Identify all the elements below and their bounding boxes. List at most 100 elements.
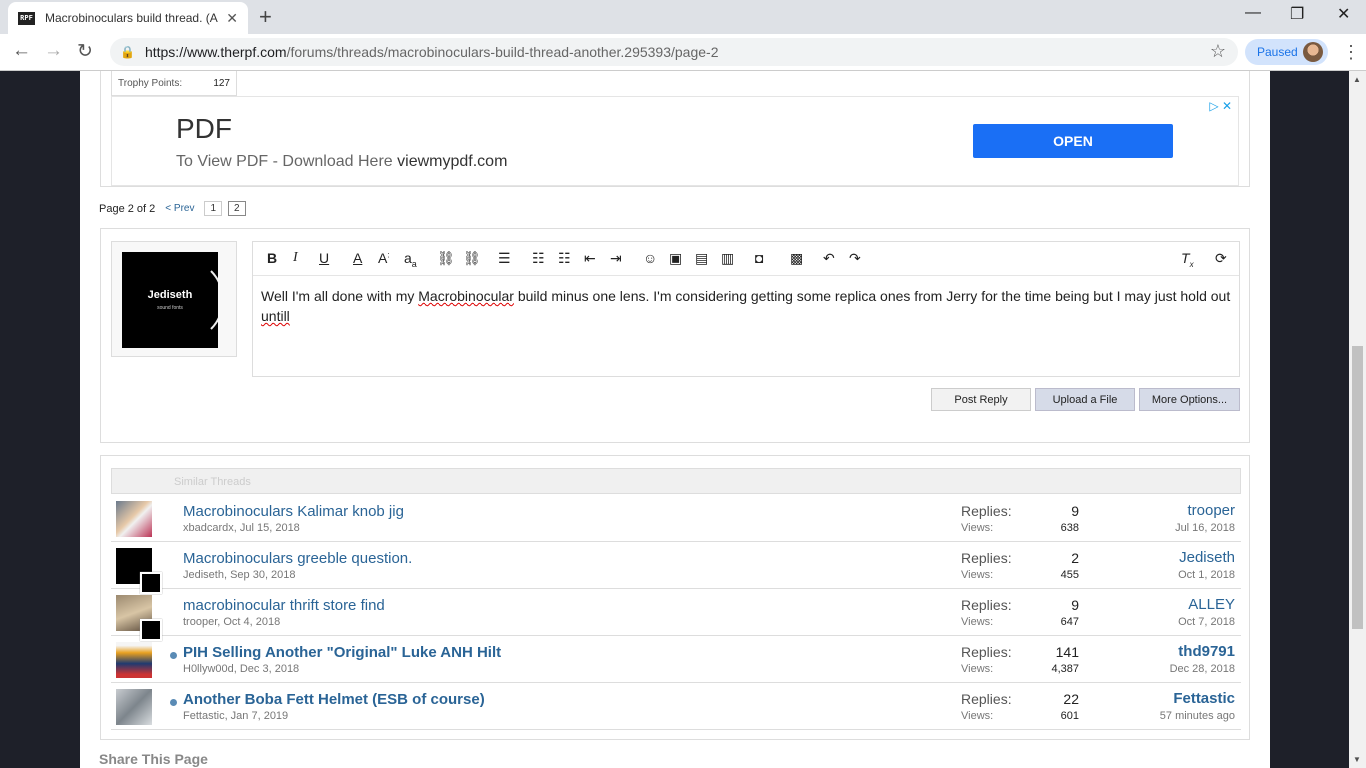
advertisement[interactable]: PDF To View PDF - Download Here viewmypd…: [111, 96, 1239, 186]
ad-open-button[interactable]: OPEN: [973, 124, 1173, 158]
lock-icon: 🔒: [120, 45, 135, 59]
text-color-icon[interactable]: A: [353, 250, 362, 266]
ad-close-icon[interactable]: ✕: [1222, 99, 1232, 113]
camera-icon[interactable]: ◘: [755, 250, 763, 266]
prev-page-link[interactable]: < Prev: [161, 201, 198, 216]
page-scrollbar[interactable]: ▲ ▼: [1349, 71, 1366, 768]
ad-subtitle: To View PDF - Download Here: [176, 153, 393, 170]
thread-meta: Fettastic, Jan 7, 2019: [183, 710, 289, 722]
redo-icon[interactable]: ↷: [849, 250, 861, 267]
bookmark-star-icon[interactable]: ☆: [1210, 41, 1226, 62]
page-link-1[interactable]: 1: [204, 201, 223, 216]
views-count: 455: [1060, 569, 1079, 581]
outdent-icon[interactable]: ⇤: [584, 250, 596, 267]
font-family-icon[interactable]: aa: [404, 250, 417, 269]
last-poster-link[interactable]: thd9791: [1178, 643, 1235, 660]
align-icon[interactable]: ☰: [498, 250, 511, 267]
italic-icon[interactable]: I: [293, 250, 298, 266]
page-link-2[interactable]: 2: [228, 201, 246, 216]
image-icon[interactable]: ▣: [669, 250, 682, 267]
close-tab-icon[interactable]: ✕: [226, 10, 238, 27]
last-post-date: Dec 28, 2018: [1169, 663, 1235, 675]
avatar[interactable]: Jediseth sound fonts: [122, 252, 218, 348]
bullet-list-icon[interactable]: ☷: [532, 250, 545, 267]
smilie-icon[interactable]: ☺: [643, 250, 657, 266]
thread-title-link[interactable]: macrobinocular thrift store find: [183, 597, 385, 614]
thread-title-link[interactable]: Macrobinoculars Kalimar knob jig: [183, 503, 404, 520]
media-icon[interactable]: ▤: [695, 250, 708, 267]
save-draft-icon[interactable]: ▩: [790, 250, 803, 267]
bold-icon[interactable]: B: [267, 250, 277, 266]
scroll-up-icon[interactable]: ▲: [1353, 75, 1361, 84]
url-host: https://www.therpf.com: [144, 44, 287, 60]
tab-title: Macrobinoculars build thread. (A: [45, 11, 218, 25]
restore-icon[interactable]: ❐: [1290, 4, 1304, 24]
last-poster-link[interactable]: Jediseth: [1179, 549, 1235, 566]
last-poster-link[interactable]: Fettastic: [1173, 690, 1235, 707]
page-navigation: Page 2 of 2 < Prev 1 2: [99, 201, 246, 216]
scroll-down-icon[interactable]: ▼: [1353, 755, 1361, 764]
numbered-list-icon[interactable]: ☷: [558, 250, 571, 267]
profile-avatar-icon: [1303, 42, 1323, 62]
table-row: PIH Selling Another "Original" Luke ANH …: [111, 636, 1241, 683]
trophy-value: 127: [213, 77, 230, 89]
toggle-bbcode-icon[interactable]: ⟳: [1215, 250, 1227, 267]
new-tab-icon[interactable]: +: [259, 4, 272, 30]
avatar[interactable]: [116, 501, 152, 537]
link-icon[interactable]: ⛓: [437, 250, 455, 267]
insert-icon[interactable]: ▥: [721, 250, 734, 267]
views-count: 4,387: [1051, 663, 1079, 675]
thread-meta: trooper, Oct 4, 2018: [183, 616, 281, 628]
unread-dot-icon: [170, 652, 177, 659]
reply-text-part: build minus one lens. I'm considering ge…: [513, 288, 1231, 304]
avatar[interactable]: [116, 642, 152, 678]
similar-threads-header: Similar Threads: [111, 468, 1241, 494]
font-size-icon[interactable]: A:: [378, 250, 390, 266]
thread-title-link[interactable]: Macrobinoculars greeble question.: [183, 550, 412, 567]
browser-menu-icon[interactable]: ⋮: [1342, 42, 1360, 63]
quick-reply: Jediseth sound fonts B I U A A: aa ⛓ ⛓ ☰…: [100, 228, 1250, 443]
minimize-icon[interactable]: —: [1245, 4, 1261, 22]
profile-button[interactable]: Paused: [1245, 39, 1328, 65]
address-bar[interactable]: 🔒 https://www.therpf.com/forums/threads/…: [110, 38, 1238, 66]
undo-icon[interactable]: ↶: [823, 250, 835, 267]
site-favicon-icon: RPF: [18, 11, 35, 25]
replies-count: 22: [1063, 691, 1079, 707]
reply-text-part: Well I'm all done with my: [261, 288, 419, 304]
reload-icon[interactable]: ↻: [77, 40, 93, 63]
table-row: Another Boba Fett Helmet (ESB of course)…: [111, 683, 1241, 730]
close-window-icon[interactable]: ✕: [1337, 4, 1350, 24]
last-poster-link[interactable]: trooper: [1187, 502, 1235, 519]
replies-count: 9: [1071, 597, 1079, 613]
last-post-date: 57 minutes ago: [1159, 710, 1235, 722]
post-reply-button[interactable]: Post Reply: [931, 388, 1031, 411]
avatar[interactable]: [116, 595, 162, 641]
avatar[interactable]: [116, 548, 162, 594]
last-poster-link[interactable]: ALLEY: [1188, 596, 1235, 613]
thread-meta: H0llyw00d, Dec 3, 2018: [183, 663, 300, 675]
views-count: 647: [1060, 616, 1079, 628]
more-options-button[interactable]: More Options...: [1139, 388, 1240, 411]
adchoices-icon[interactable]: ▷: [1209, 99, 1218, 113]
similar-threads: Similar Threads Macrobinoculars Kalimar …: [100, 455, 1250, 740]
indent-icon[interactable]: ⇥: [610, 250, 622, 267]
browser-tab[interactable]: RPF Macrobinoculars build thread. (A ✕: [8, 2, 248, 34]
page-content: Trophy Points: 127 PDF To View PDF - Dow…: [80, 71, 1270, 768]
thread-meta: Jediseth, Sep 30, 2018: [183, 569, 296, 581]
thread-title-link[interactable]: Another Boba Fett Helmet (ESB of course): [183, 691, 485, 708]
thread-title-link[interactable]: PIH Selling Another "Original" Luke ANH …: [183, 644, 501, 661]
remove-format-icon[interactable]: Tx: [1181, 250, 1194, 269]
tab-bar: RPF Macrobinoculars build thread. (A ✕ +…: [0, 0, 1366, 34]
back-icon[interactable]: ←: [12, 40, 31, 62]
unlink-icon[interactable]: ⛓: [463, 250, 481, 267]
table-row: macrobinocular thrift store find trooper…: [111, 589, 1241, 641]
url-path: /forums/threads/macrobinoculars-build-th…: [286, 44, 719, 60]
ad-title: PDF: [176, 113, 232, 144]
upload-file-button[interactable]: Upload a File: [1035, 388, 1135, 411]
underline-icon[interactable]: U: [319, 250, 329, 266]
reply-textarea[interactable]: Well I'm all done with my Macrobinocular…: [253, 276, 1239, 336]
scroll-thumb[interactable]: [1352, 346, 1363, 629]
views-count: 638: [1060, 522, 1079, 534]
forward-icon[interactable]: →: [44, 40, 63, 62]
avatar[interactable]: [116, 689, 152, 725]
